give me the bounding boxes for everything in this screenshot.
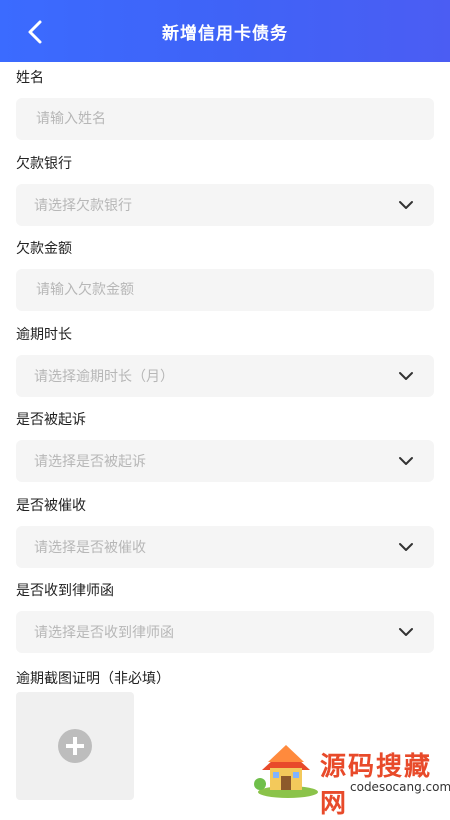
select-placeholder: 请选择是否收到律师函 [34,625,174,641]
name-input-box[interactable] [16,98,434,140]
chevron-down-icon [399,457,413,465]
field-name: 姓名 [16,68,434,140]
overdue-select[interactable]: 请选择逾期时长（月） [16,355,434,397]
name-input[interactable] [34,110,418,128]
field-label: 是否收到律师函 [16,583,114,599]
select-placeholder: 请选择逾期时长（月） [34,369,174,385]
field-label: 逾期时长 [16,327,72,343]
select-placeholder: 请选择是否被催收 [34,540,146,556]
field-label: 欠款银行 [16,156,72,172]
field-label: 是否被起诉 [16,412,86,428]
chevron-left-icon [28,20,42,44]
field-sued: 是否被起诉 请选择是否被起诉 [16,410,434,482]
house-logo-icon [254,745,318,798]
chevron-down-icon [399,372,413,380]
field-amount: 欠款金额 [16,239,434,311]
field-lawyer-letter: 是否收到律师函 请选择是否收到律师函 [16,581,434,653]
select-placeholder: 请选择欠款银行 [34,198,132,214]
field-overdue: 逾期时长 请选择逾期时长（月） [16,325,434,397]
chevron-down-icon [399,628,413,636]
chevron-down-icon [399,543,413,551]
upload-label: 逾期截图证明（非必填） [16,671,170,687]
field-label: 欠款金额 [16,241,72,257]
collected-select[interactable]: 请选择是否被催收 [16,526,434,568]
bank-select[interactable]: 请选择欠款银行 [16,184,434,226]
select-placeholder: 请选择是否被起诉 [34,454,146,470]
watermark: 源码搜藏网 codesocang.com [252,742,450,819]
upload-image-button[interactable] [16,692,134,800]
field-collected: 是否被催收 请选择是否被催收 [16,496,434,568]
plus-circle-icon [58,729,92,763]
field-label: 是否被催收 [16,498,86,514]
lawyer-letter-select[interactable]: 请选择是否收到律师函 [16,611,434,653]
sued-select[interactable]: 请选择是否被起诉 [16,440,434,482]
app-header: 新增信用卡债务 [0,0,450,62]
amount-input[interactable] [34,281,418,299]
chevron-down-icon [399,201,413,209]
back-button[interactable] [18,18,50,46]
field-label: 姓名 [16,70,44,86]
watermark-url: codesocang.com [350,780,450,794]
amount-input-box[interactable] [16,269,434,311]
page-title: 新增信用卡债务 [162,23,288,44]
field-bank: 欠款银行 请选择欠款银行 [16,154,434,226]
